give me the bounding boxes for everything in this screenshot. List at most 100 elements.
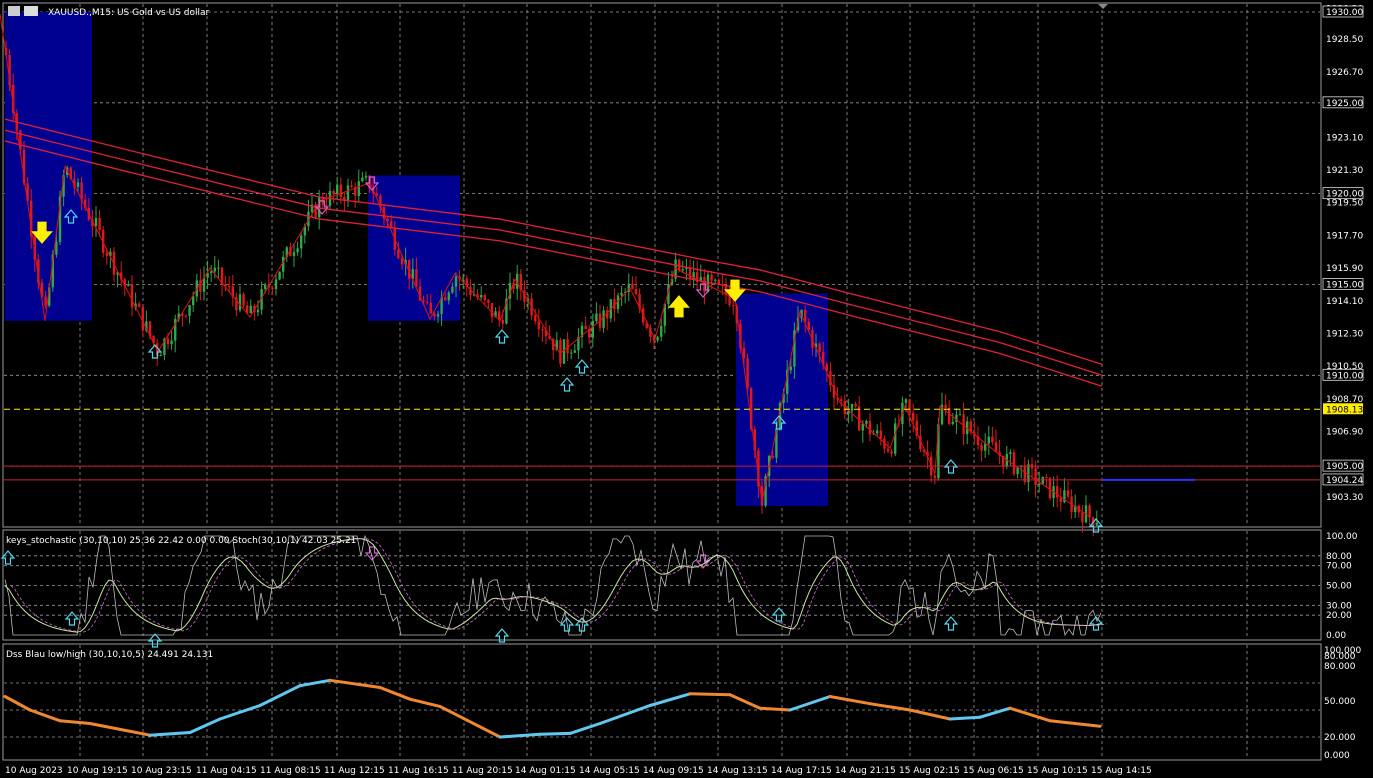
candle-body xyxy=(987,436,990,444)
current-price-label: 1904.24 xyxy=(1326,476,1363,486)
candle-body xyxy=(570,352,573,354)
time-tick-label: 14 Aug 01:15 xyxy=(515,766,576,776)
price-tick-label: 1919.50 xyxy=(1326,199,1363,209)
candle-body xyxy=(886,448,890,452)
candle-body xyxy=(656,336,659,341)
candle-body xyxy=(400,258,404,265)
candle-body xyxy=(595,313,598,322)
candle-body xyxy=(850,404,854,411)
candle-body xyxy=(804,309,807,322)
dss-segment xyxy=(218,704,262,721)
candle-body xyxy=(274,279,278,290)
dss-line xyxy=(3,678,1102,739)
grid-lines xyxy=(4,4,1320,759)
candle-body xyxy=(746,358,749,389)
big-buy-arrow-icon xyxy=(668,295,690,318)
candle-body xyxy=(840,399,843,401)
dss-segment xyxy=(58,719,92,725)
candle-body xyxy=(541,329,544,331)
dss-tick-label: 80.000 xyxy=(1324,662,1356,672)
candle-body xyxy=(192,296,195,306)
time-tick-label: 11 Aug 04:15 xyxy=(196,766,257,776)
candle-body xyxy=(958,414,962,416)
trading-chart[interactable]: 1930.201928.501926.701925.001923.101921.… xyxy=(0,0,1373,778)
candle-body xyxy=(332,190,335,195)
candle-body xyxy=(278,271,281,280)
candle-body xyxy=(98,217,101,230)
dss-segment xyxy=(498,732,542,739)
time-tick-label: 11 Aug 16:15 xyxy=(388,766,449,776)
candle-body xyxy=(991,436,994,443)
price-tick-label: 1923.10 xyxy=(1326,133,1363,143)
price-level-label: 1910.00 xyxy=(1326,371,1363,381)
candle-body xyxy=(159,355,162,357)
candle-body xyxy=(912,412,915,421)
time-tick-label: 15 Aug 10:15 xyxy=(1027,766,1088,776)
dss-tick-label: 0.000 xyxy=(1324,751,1350,761)
candle-body xyxy=(631,283,634,289)
candle-body xyxy=(1066,490,1070,497)
candle-body xyxy=(130,284,134,308)
candle-body xyxy=(1059,497,1062,503)
stoch-tick-label: 0.00 xyxy=(1326,631,1346,641)
zigzag-line xyxy=(0,13,1091,518)
price-level-label: 1930.00 xyxy=(1326,8,1363,18)
candle-body xyxy=(426,301,429,303)
candle-body xyxy=(76,182,80,188)
candle-body xyxy=(55,241,58,255)
dss-tick-label: 20.000 xyxy=(1324,733,1356,743)
candle-body xyxy=(861,423,864,431)
time-tick-label: 10 Aug 2023 xyxy=(5,766,63,776)
price-tick-label: 1914.10 xyxy=(1326,297,1363,307)
dss-segment xyxy=(538,731,572,736)
time-tick-label: 14 Aug 05:15 xyxy=(579,766,640,776)
time-tick-label: 14 Aug 17:15 xyxy=(771,766,832,776)
candle-body xyxy=(868,420,872,435)
candle-body xyxy=(44,296,47,306)
stoch-tick-label: 50.00 xyxy=(1326,582,1352,592)
time-tick-label: 15 Aug 02:15 xyxy=(899,766,960,776)
candle-body xyxy=(714,279,717,281)
candle-body xyxy=(865,420,868,424)
candle-body xyxy=(818,343,821,353)
candle-body xyxy=(980,445,983,451)
dss-segment xyxy=(948,715,982,721)
candle-body xyxy=(228,286,231,288)
dss-segment xyxy=(728,693,762,710)
candle-body xyxy=(944,404,947,408)
candle-body xyxy=(483,294,486,300)
candle-body xyxy=(336,184,339,195)
buy-signal-icon xyxy=(559,377,575,392)
chart-mode-icon[interactable] xyxy=(8,6,20,16)
dss-segment xyxy=(828,695,872,706)
candle-body xyxy=(948,407,951,424)
candle-body xyxy=(1095,522,1098,526)
candle-body xyxy=(858,406,861,431)
candle-body xyxy=(490,303,494,318)
one-click-trading-icon[interactable] xyxy=(24,6,38,16)
time-tick-label: 10 Aug 23:15 xyxy=(131,766,192,776)
stoch-tick-label: 20.00 xyxy=(1326,611,1352,621)
dss-segment xyxy=(568,722,602,735)
candle-body xyxy=(1009,452,1012,455)
candle-body xyxy=(138,303,141,308)
candle-body xyxy=(339,184,342,197)
dss-segment xyxy=(148,731,192,737)
candle-body xyxy=(1048,477,1052,499)
price-tick-label: 1917.70 xyxy=(1326,231,1363,241)
dss-title: Dss Blau low/high (30,10,10,5) 24.491 24… xyxy=(6,650,213,660)
candles xyxy=(4,40,1098,537)
symbol-title: XAUUSD.,M15: US Gold vs US dollar xyxy=(48,8,209,18)
zone-box xyxy=(5,12,92,321)
candle-body xyxy=(904,399,908,403)
dss-segment xyxy=(378,686,412,701)
time-tick-label: 15 Aug 14:15 xyxy=(1091,766,1152,776)
dss-segment xyxy=(408,697,442,708)
price-tick-label: 1926.70 xyxy=(1326,68,1363,78)
candle-body xyxy=(890,451,893,454)
buy-signal-icon xyxy=(494,329,510,344)
candle-body xyxy=(166,338,170,345)
candle-body xyxy=(487,299,490,304)
candle-body xyxy=(296,248,299,253)
scroll-marker-icon[interactable] xyxy=(1098,4,1108,9)
